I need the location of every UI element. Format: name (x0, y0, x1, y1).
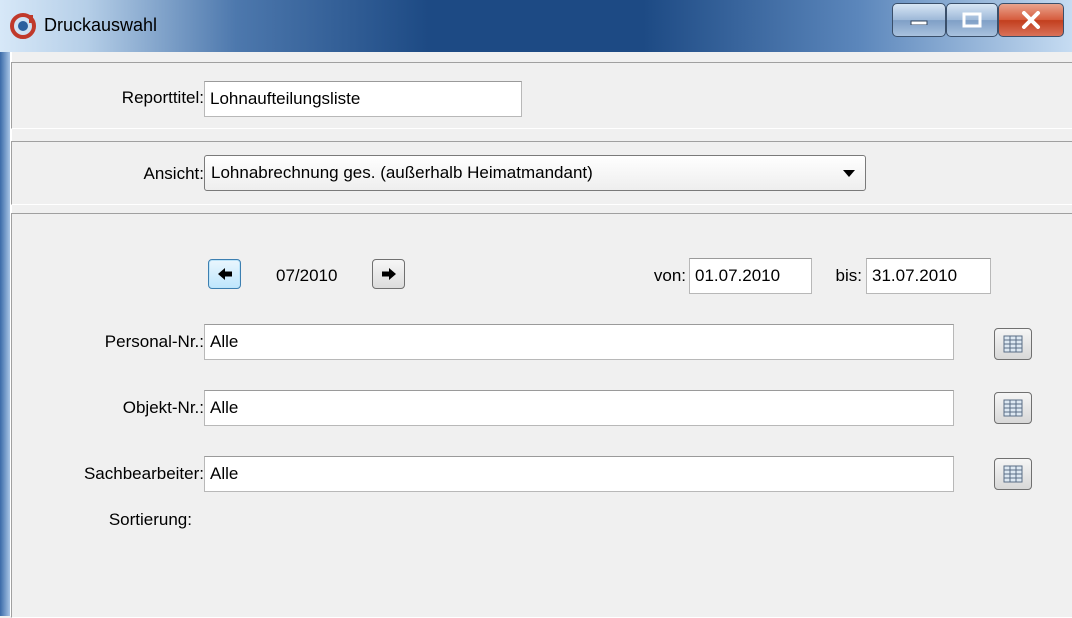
to-date-label: bis: (835, 266, 862, 285)
view-panel: Ansicht: Lohnabrechnung ges. (außerhalb … (11, 141, 1072, 205)
objekt-nr-input[interactable]: Alle (204, 390, 954, 426)
personal-nr-input[interactable]: Alle (204, 324, 954, 360)
objekt-nr-lookup-button[interactable] (994, 392, 1032, 424)
filter-panel: 07/2010 von: 01.07.2010 bis: 31.07.2010 … (11, 213, 1072, 618)
minimize-button[interactable] (892, 3, 946, 37)
maximize-button[interactable] (946, 3, 998, 37)
previous-period-button[interactable] (208, 259, 241, 289)
personal-nr-lookup-button[interactable] (994, 328, 1032, 360)
view-select[interactable]: Lohnabrechnung ges. (außerhalb Heimatman… (204, 155, 866, 191)
next-period-button[interactable] (372, 259, 405, 289)
from-date-label: von: (653, 266, 686, 285)
app-logo-icon (10, 13, 36, 39)
sachbearbeiter-input[interactable]: Alle (204, 456, 954, 492)
from-date-input[interactable]: 01.07.2010 (689, 258, 812, 294)
period-value: 07/2010 (276, 266, 338, 285)
report-title-panel: Reporttitel: Lohnaufteilungsliste (11, 62, 1072, 129)
report-title-label: Reporttitel: (121, 88, 204, 107)
chevron-down-icon (843, 170, 855, 177)
report-title-input[interactable]: Lohnaufteilungsliste (204, 81, 522, 117)
window-title: Druckauswahl (44, 15, 158, 35)
view-label: Ansicht: (143, 164, 204, 183)
personal-nr-label: Personal-Nr.: (104, 332, 204, 351)
sorting-label: Sortierung: (108, 510, 192, 529)
window-left-border (0, 52, 10, 616)
sachbearbeiter-label: Sachbearbeiter: (83, 464, 204, 483)
view-selected-value: Lohnabrechnung ges. (außerhalb Heimatman… (211, 163, 593, 182)
title-bar: Druckauswahl (0, 0, 1072, 52)
objekt-nr-label: Objekt-Nr.: (122, 398, 204, 417)
to-date-input[interactable]: 31.07.2010 (866, 258, 991, 294)
close-button[interactable] (998, 3, 1064, 37)
sachbearbeiter-lookup-button[interactable] (994, 458, 1032, 490)
